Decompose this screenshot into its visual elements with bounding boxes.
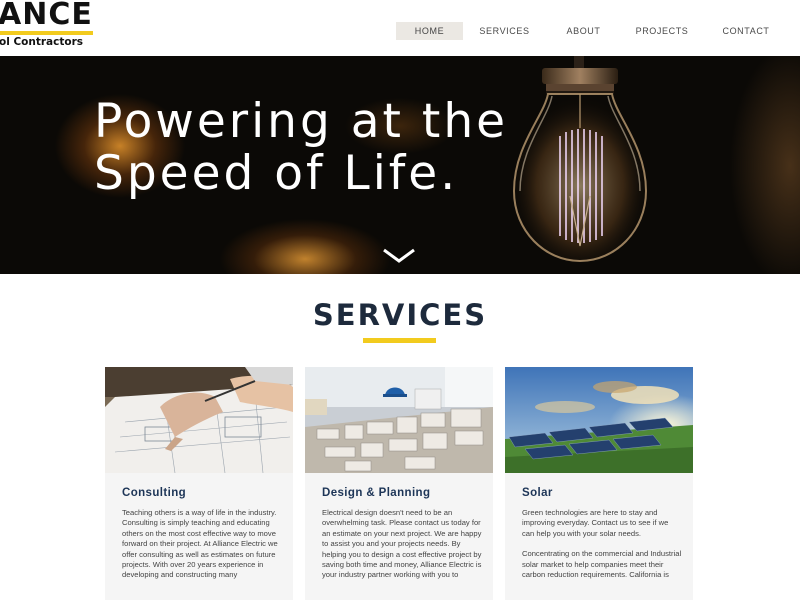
card-body: Green technologies are here to stay and … (522, 508, 682, 590)
services-heading: SERVICES (312, 298, 488, 332)
card-paragraph: Electrical design doesn't need to be an … (322, 508, 482, 580)
consulting-image (105, 367, 293, 473)
site-header: ANCE ol Contractors HOME SERVICES ABOUT … (0, 0, 800, 56)
logo-tagline: ol Contractors (0, 36, 84, 48)
page: ANCE ol Contractors HOME SERVICES ABOUT … (0, 0, 800, 600)
design-planning-image (305, 367, 493, 473)
logo-accent-bar (0, 31, 93, 35)
nav-projects[interactable]: PROJECTS (632, 22, 692, 40)
card-title: Consulting (122, 487, 187, 499)
service-card-solar[interactable]: Solar Green technologies are here to sta… (505, 367, 693, 600)
card-title: Design & Planning (322, 487, 431, 499)
company-logo[interactable]: ANCE ol Contractors (0, 0, 100, 52)
card-paragraph: Teaching others is a way of life in the … (122, 508, 278, 580)
nav-contact[interactable]: CONTACT (718, 22, 774, 40)
solar-image (505, 367, 693, 473)
card-paragraph: Green technologies are here to stay and … (522, 508, 669, 538)
nav-services[interactable]: SERVICES (472, 22, 537, 40)
nav-about[interactable]: ABOUT (556, 22, 611, 40)
light-bulb-image (512, 56, 648, 263)
nav-home[interactable]: HOME (396, 22, 463, 40)
card-body: Teaching others is a way of life in the … (122, 508, 282, 591)
service-card-consulting[interactable]: Consulting Teaching others is a way of l… (105, 367, 293, 600)
card-title: Solar (522, 487, 553, 499)
services-heading-underline (363, 338, 436, 343)
hero-title: Powering at the Speed of Life. (94, 94, 509, 201)
hero-banner: Powering at the Speed of Life. (0, 56, 800, 274)
card-paragraph: Concentrating on the commercial and Indu… (522, 549, 682, 580)
logo-name: ANCE (0, 0, 93, 32)
chevron-down-icon[interactable] (382, 248, 416, 264)
service-card-design-planning[interactable]: Design & Planning Electrical design does… (305, 367, 493, 600)
card-body: Electrical design doesn't need to be an … (322, 508, 482, 591)
